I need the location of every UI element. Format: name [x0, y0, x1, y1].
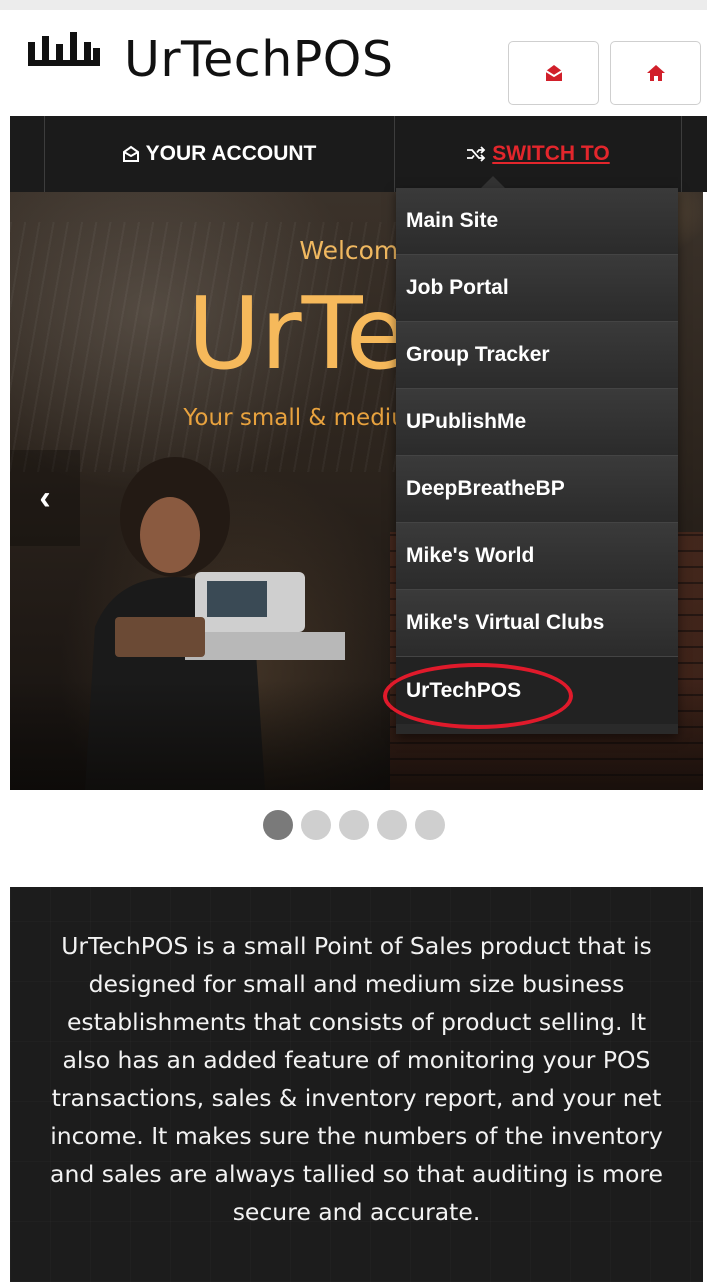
- mail-button[interactable]: [508, 41, 599, 105]
- nav-divider: [681, 116, 682, 192]
- dropdown-item-main-site[interactable]: Main Site: [396, 188, 678, 255]
- switch-to-label: SWITCH TO: [492, 142, 610, 165]
- dropdown-item-job-portal[interactable]: Job Portal: [396, 255, 678, 322]
- logo-text[interactable]: UrTechPOS: [124, 32, 393, 88]
- your-account-label: YOUR ACCOUNT: [145, 142, 317, 165]
- carousel-indicators: [0, 810, 707, 840]
- carousel-dot[interactable]: [300, 810, 331, 840]
- dropdown-item-mikes-virtual-clubs[interactable]: Mike's Virtual Clubs: [396, 590, 678, 657]
- page-edge: [703, 192, 707, 1282]
- highlight-annotation: [383, 663, 573, 729]
- description-text: UrTechPOS is a small Point of Sales prod…: [50, 932, 663, 1226]
- chevron-left-icon: ‹: [39, 478, 51, 517]
- home-button[interactable]: [610, 41, 701, 105]
- mail-icon: [544, 65, 563, 81]
- carousel-dot[interactable]: [262, 810, 293, 840]
- switch-to-menu[interactable]: SWITCH TO: [395, 116, 681, 192]
- switch-to-dropdown: Main Site Job Portal Group Tracker UPubl…: [396, 188, 678, 734]
- dropdown-item-group-tracker[interactable]: Group Tracker: [396, 322, 678, 389]
- dropdown-item-mikes-world[interactable]: Mike's World: [396, 523, 678, 590]
- account-icon: [122, 145, 140, 163]
- your-account-link[interactable]: YOUR ACCOUNT: [44, 116, 394, 192]
- carousel-dot[interactable]: [338, 810, 369, 840]
- description-section: UrTechPOS is a small Point of Sales prod…: [10, 887, 703, 1282]
- carousel-prev-button[interactable]: ‹: [10, 450, 80, 546]
- main-nav: YOUR ACCOUNT SWITCH TO: [10, 116, 707, 192]
- carousel-dot[interactable]: [414, 810, 445, 840]
- top-strip: [0, 0, 707, 10]
- carousel-dot[interactable]: [376, 810, 407, 840]
- logo-icon[interactable]: [28, 32, 100, 66]
- dropdown-item-upublishme[interactable]: UPublishMe: [396, 389, 678, 456]
- home-icon: [646, 65, 665, 81]
- dropdown-item-deepbreathebp[interactable]: DeepBreatheBP: [396, 456, 678, 523]
- dropdown-caret: [481, 176, 505, 188]
- site-header: UrTechPOS: [0, 10, 707, 116]
- shuffle-icon: [466, 146, 486, 162]
